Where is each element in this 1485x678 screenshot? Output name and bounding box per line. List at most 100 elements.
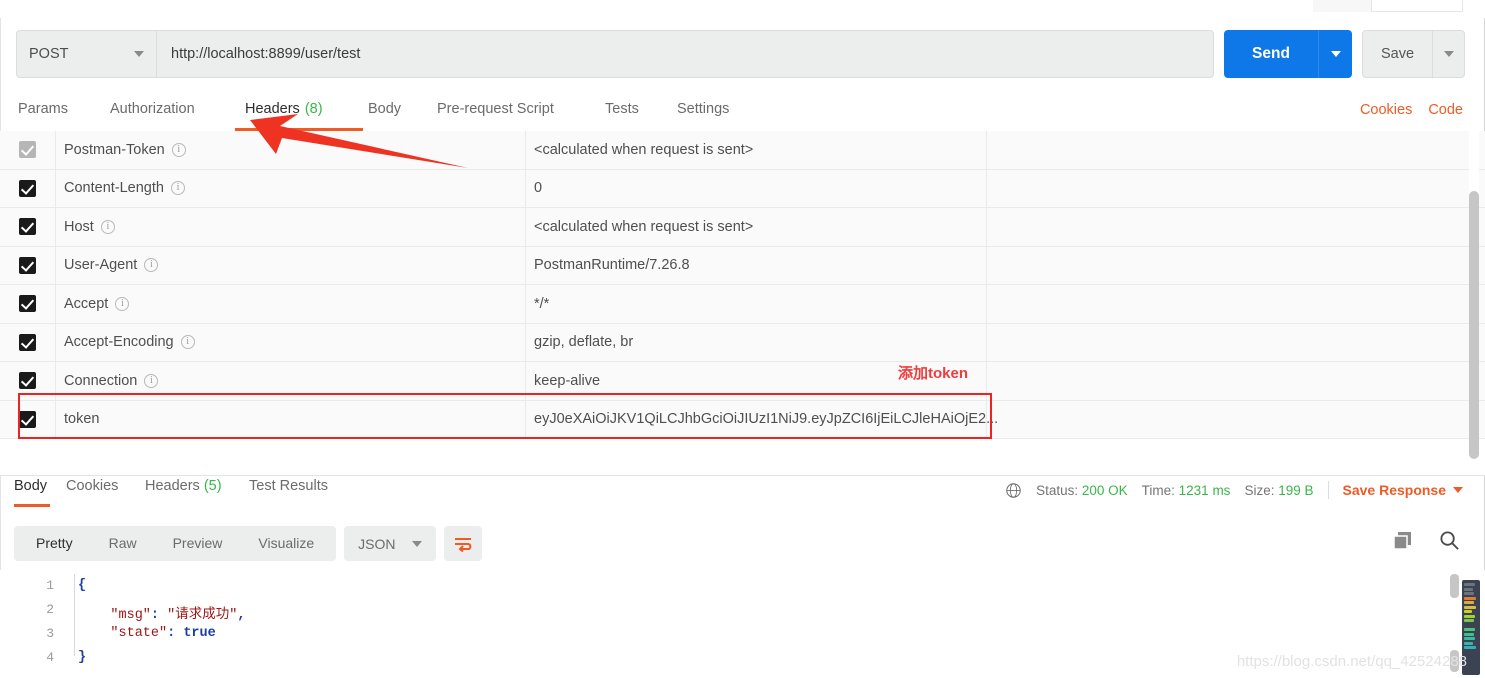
scrollbar-thumb[interactable] <box>1469 191 1479 459</box>
row-checkbox[interactable] <box>19 333 36 351</box>
info-icon[interactable]: i <box>170 181 185 196</box>
key-cell[interactable]: Connection i <box>56 362 526 400</box>
request-tab-settings[interactable]: Settings <box>677 98 729 131</box>
info-icon[interactable]: i <box>115 296 130 311</box>
chevron-down-icon <box>1453 487 1463 493</box>
content-type-select[interactable]: JSON <box>344 526 436 561</box>
value-cell[interactable]: gzip, deflate, br <box>526 323 987 361</box>
request-tab-body[interactable]: Body <box>368 98 401 131</box>
wrap-lines-button[interactable] <box>443 526 482 561</box>
value-cell[interactable]: */* <box>526 285 987 323</box>
format-tab-pretty[interactable]: Pretty <box>18 526 91 561</box>
value-text: gzip, deflate, br <box>534 334 634 351</box>
key-cell[interactable]: token <box>56 400 526 438</box>
request-tab-pre-request-script[interactable]: Pre-request Script <box>437 98 554 131</box>
key-text: Accept-Encoding <box>64 334 174 351</box>
format-tab-raw[interactable]: Raw <box>91 526 155 561</box>
description-cell[interactable] <box>987 208 1485 246</box>
send-button[interactable]: Send <box>1224 30 1318 78</box>
row-checkbox-cell[interactable] <box>0 362 56 400</box>
value-cell[interactable]: eyJ0eXAiOiJKV1QiLCJhbGciOiJIUzI1NiJ9.eyJ… <box>526 400 998 438</box>
request-tab-tests[interactable]: Tests <box>605 98 639 131</box>
scrollbar-thumb-top[interactable] <box>1450 574 1459 598</box>
value-cell[interactable]: <calculated when request is sent> <box>526 131 987 169</box>
tab-strip <box>0 0 1485 18</box>
line-number: 2 <box>46 602 54 617</box>
meta-divider <box>1327 481 1329 499</box>
copy-icon[interactable] <box>1393 531 1415 551</box>
tab-count: (8) <box>304 101 323 117</box>
table-row: User-Agent i PostmanRuntime/7.26.8 <box>0 246 1485 285</box>
description-cell[interactable] <box>987 362 1485 400</box>
key-cell[interactable]: Host i <box>56 208 526 246</box>
tab-remnant-inactive[interactable] <box>1313 0 1373 12</box>
key-cell[interactable]: Postman-Token i <box>56 131 526 169</box>
code-line: "state": true <box>78 626 215 641</box>
request-tab-authorization[interactable]: Authorization <box>110 98 195 131</box>
description-cell[interactable] <box>987 170 1485 208</box>
row-checkbox-cell[interactable] <box>0 323 56 361</box>
code-fold-guide <box>74 574 75 656</box>
tab-label: Body <box>368 101 402 117</box>
request-tab-headers[interactable]: Headers (8) <box>245 98 323 131</box>
response-tab-headers[interactable]: Headers (5) <box>145 478 222 494</box>
value-cell[interactable]: <calculated when request is sent> <box>526 208 987 246</box>
response-tab-cookies[interactable]: Cookies <box>66 478 118 494</box>
link-cookies[interactable]: Cookies <box>1360 102 1412 118</box>
wrap-lines-icon <box>454 537 471 552</box>
description-cell[interactable] <box>987 131 1485 169</box>
row-checkbox-cell[interactable] <box>0 131 56 169</box>
row-checkbox-cell[interactable] <box>0 246 56 284</box>
row-checkbox[interactable] <box>19 372 36 390</box>
key-cell[interactable]: Content-Length i <box>56 169 526 207</box>
info-icon[interactable]: i <box>144 373 159 388</box>
key-text: Postman-Token <box>64 141 165 158</box>
value-cell[interactable]: 0 <box>526 169 987 207</box>
row-checkbox-cell[interactable] <box>0 169 56 207</box>
info-icon[interactable]: i <box>171 142 186 157</box>
row-checkbox[interactable] <box>19 141 36 159</box>
row-checkbox[interactable] <box>19 179 36 197</box>
headers-table-scrollbar[interactable] <box>1469 131 1479 475</box>
url-text: http://localhost:8899/user/test <box>171 46 361 62</box>
save-response-label: Save Response <box>1342 482 1447 498</box>
key-cell[interactable]: User-Agent i <box>56 246 526 284</box>
http-method-select[interactable]: POST <box>16 30 156 78</box>
format-tab-preview[interactable]: Preview <box>155 526 241 561</box>
save-options-button[interactable] <box>1432 30 1465 78</box>
tab-label: Headers <box>145 478 200 494</box>
save-response-button[interactable]: Save Response <box>1342 482 1463 498</box>
status-label: Status: <box>1036 482 1079 498</box>
row-checkbox-cell[interactable] <box>0 400 56 438</box>
info-icon[interactable]: i <box>180 335 195 350</box>
row-checkbox[interactable] <box>19 218 36 236</box>
key-text: Host <box>64 218 94 235</box>
row-checkbox-cell[interactable] <box>0 208 56 246</box>
description-cell[interactable] <box>987 401 1485 439</box>
tab-remnant-active[interactable] <box>1371 0 1463 12</box>
request-url-bar: POST http://localhost:8899/user/test <box>16 30 1214 78</box>
response-tab-test-results[interactable]: Test Results <box>249 478 328 494</box>
row-checkbox-cell[interactable] <box>0 285 56 323</box>
save-button[interactable]: Save <box>1362 30 1432 78</box>
row-checkbox[interactable] <box>19 410 36 428</box>
row-checkbox[interactable] <box>19 256 36 274</box>
url-input[interactable]: http://localhost:8899/user/test <box>156 30 1214 78</box>
value-cell[interactable]: PostmanRuntime/7.26.8 <box>526 246 987 284</box>
send-options-button[interactable] <box>1318 30 1352 78</box>
request-tab-params[interactable]: Params <box>18 98 68 131</box>
link-code[interactable]: Code <box>1428 102 1463 118</box>
info-icon[interactable]: i <box>100 219 115 234</box>
key-cell[interactable]: Accept-Encoding i <box>56 323 526 361</box>
description-cell[interactable] <box>987 285 1485 323</box>
response-tab-body[interactable]: Body <box>14 478 47 494</box>
key-cell[interactable]: Accept i <box>56 285 526 323</box>
info-icon[interactable]: i <box>144 258 159 273</box>
row-checkbox[interactable] <box>19 295 36 313</box>
table-row: Connection i keep-alive <box>0 362 1485 401</box>
search-icon[interactable] <box>1439 530 1460 551</box>
description-cell[interactable] <box>987 247 1485 285</box>
description-cell[interactable] <box>987 324 1485 362</box>
format-tab-visualize[interactable]: Visualize <box>240 526 332 561</box>
annotation-label: 添加token <box>898 365 969 382</box>
